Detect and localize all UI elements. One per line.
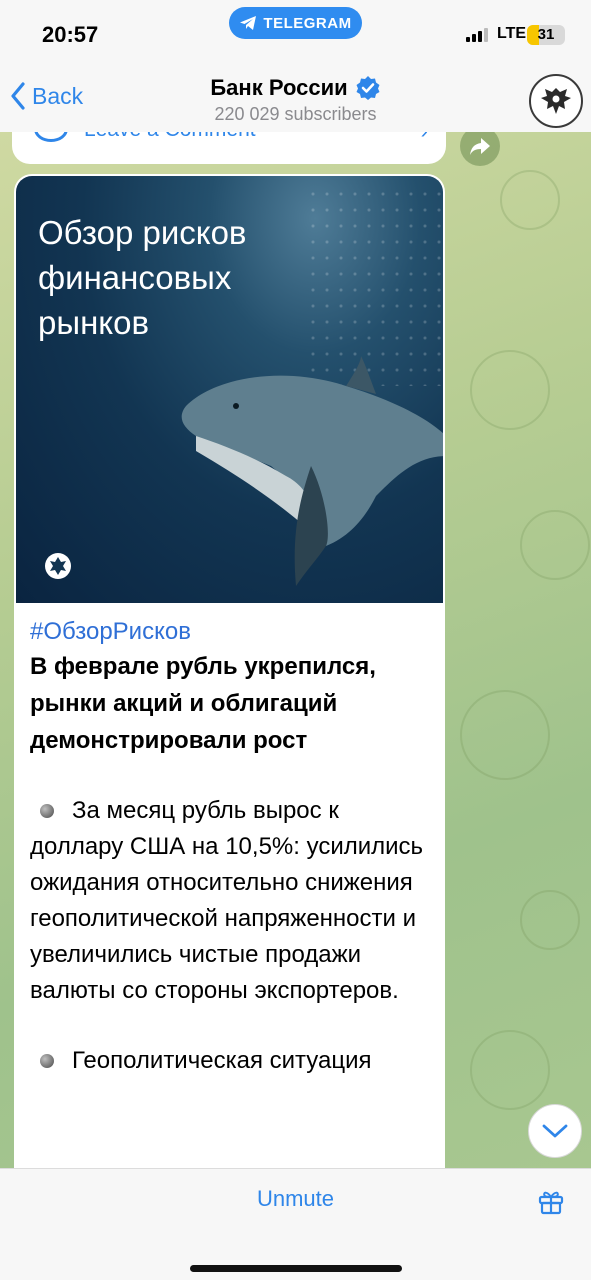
battery-icon: 31 <box>527 25 565 45</box>
post-image[interactable]: Обзор рисков финансовых рынков <box>16 176 443 603</box>
headline-line-1: Обзор рисков <box>38 214 247 251</box>
channel-name: Банк России <box>210 75 348 100</box>
clock: 20:57 <box>42 22 99 47</box>
post-paragraph-2: Геополитическая ситуация <box>30 1043 430 1079</box>
bullet-text-2: Геополитическая ситуация <box>72 1047 372 1074</box>
telegram-pill-label: TELEGRAM <box>263 14 352 32</box>
bottom-bar: Unmute <box>0 1168 591 1280</box>
bullet-icon <box>40 1053 54 1068</box>
headline-line-2: финансовых <box>38 259 232 296</box>
bank-emblem-icon <box>45 553 71 579</box>
home-indicator <box>190 1265 402 1272</box>
post-paragraph-1: За месяц рубль вырос к доллару США на 10… <box>30 793 430 1009</box>
battery-level: 31 <box>537 26 555 43</box>
share-arrow-icon <box>470 138 490 155</box>
chat-header: Back Банк России 220 029 subscribers <box>0 70 591 132</box>
channel-title[interactable]: Банк России 220 029 subscribers <box>0 75 591 125</box>
double-headed-eagle-icon <box>541 88 571 114</box>
channel-avatar[interactable] <box>529 74 583 128</box>
subscriber-count: 220 029 subscribers <box>214 104 377 124</box>
network-type: LTE <box>497 25 527 42</box>
chevron-down-icon <box>542 1124 568 1138</box>
bullet-text-1: За месяц рубль вырос к доллару США на 10… <box>30 797 424 1004</box>
verified-badge-icon <box>356 76 380 100</box>
post-body: #ОбзорРисков В феврале рубль укрепился, … <box>30 618 430 1079</box>
gift-icon[interactable] <box>537 1187 565 1215</box>
signal-icon <box>466 27 488 42</box>
bullet-icon <box>40 803 54 818</box>
telegram-pill[interactable]: TELEGRAM <box>229 7 362 39</box>
shark-illustration <box>181 356 443 586</box>
post-lead: В феврале рубль укрепился, рынки акций и… <box>30 653 376 754</box>
status-bar: 20:57 TELEGRAM LTE 31 <box>0 0 591 70</box>
share-button[interactable] <box>460 126 500 166</box>
scroll-to-bottom-button[interactable] <box>528 1104 582 1158</box>
telegram-plane-icon <box>240 16 257 30</box>
unmute-button[interactable]: Unmute <box>0 1186 591 1212</box>
hashtag-link[interactable]: #ОбзорРисков <box>30 618 430 646</box>
headline-line-3: рынков <box>38 304 149 341</box>
image-headline: Обзор рисков финансовых рынков <box>38 210 246 345</box>
channel-post[interactable]: Обзор рисков финансовых рынков #ОбзорРис… <box>14 174 445 1174</box>
